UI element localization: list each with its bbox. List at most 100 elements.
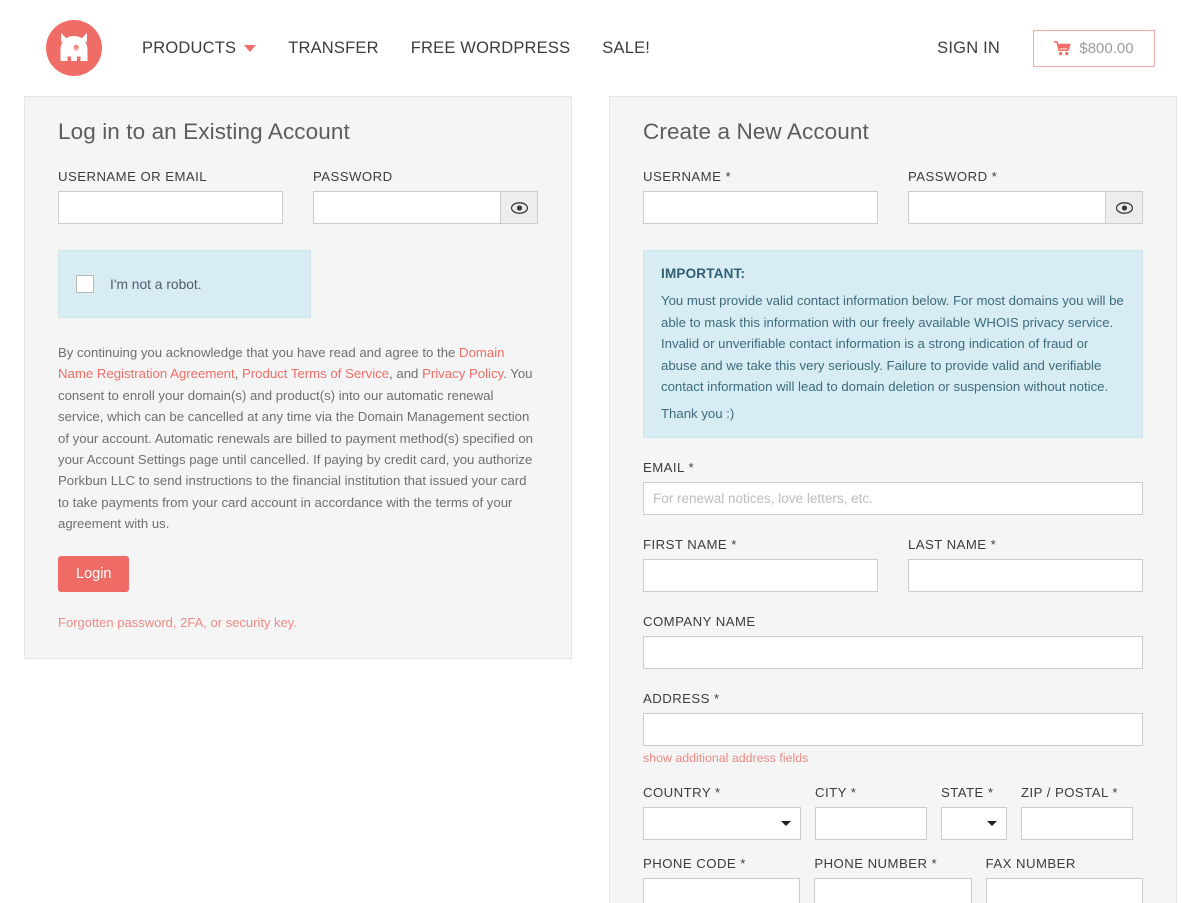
signup-credentials-row: USERNAME * PASSWORD * (643, 169, 1143, 224)
privacy-policy-link[interactable]: Privacy Policy (422, 366, 503, 381)
eye-icon (1115, 201, 1133, 214)
email-group: EMAIL * (643, 460, 1143, 515)
terms-text: By continuing you acknowledge that you h… (58, 342, 538, 534)
signup-panel-title: Create a New Account (643, 119, 869, 144)
product-terms-of-service-link[interactable]: Product Terms of Service (242, 366, 389, 381)
header-actions: SIGN IN $800.00 (937, 29, 1155, 67)
address-group: ADDRESS * show additional address fields (643, 691, 1143, 767)
captcha-checkbox[interactable] (76, 275, 94, 293)
city-label: CITY * (815, 784, 857, 800)
country-label: COUNTRY * (643, 784, 721, 800)
login-password-eye-icon[interactable] (500, 191, 538, 224)
zip-label: ZIP / POSTAL * (1021, 784, 1118, 800)
first-name-group: FIRST NAME * (643, 537, 878, 592)
state-select[interactable] (941, 806, 1007, 840)
login-username-group: USERNAME OR EMAIL (58, 169, 283, 224)
email-input[interactable] (643, 481, 1143, 515)
login-credentials-row: USERNAME OR EMAIL PASSWORD (58, 169, 538, 224)
nav-label-transfer: TRANSFER (288, 38, 379, 57)
forgot-password-link[interactable]: Forgotten password, 2FA, or security key… (58, 615, 538, 630)
login-panel: Log in to an Existing Account USERNAME O… (24, 96, 572, 660)
first-name-label: FIRST NAME * (643, 536, 737, 552)
phone-number-group: PHONE NUMBER * (814, 855, 972, 903)
state-select-wrap (941, 806, 1007, 840)
nav-label-sale: SALE! (602, 38, 651, 57)
important-notice: IMPORTANT: You must provide valid contac… (643, 250, 1143, 438)
pig-logo-icon (46, 20, 102, 76)
nav-item-free-wordpress[interactable]: FREE WORDPRESS (411, 39, 571, 58)
sign-in-link[interactable]: SIGN IN (937, 39, 1000, 58)
captcha-label: I'm not a robot. (110, 276, 202, 292)
login-button[interactable]: Login (58, 556, 130, 593)
zip-input[interactable] (1021, 806, 1133, 840)
country-select-wrap (643, 806, 801, 840)
phone-code-group: PHONE CODE * (643, 855, 801, 903)
login-username-input[interactable] (58, 191, 283, 224)
login-password-label: PASSWORD (313, 169, 393, 184)
login-panel-title: Log in to an Existing Account (58, 119, 350, 144)
phone-number-label: PHONE NUMBER * (814, 855, 938, 871)
phone-code-input[interactable] (643, 877, 801, 903)
nav-item-products[interactable]: PRODUCTS (142, 38, 257, 58)
fax-input[interactable] (985, 877, 1143, 903)
name-row: FIRST NAME * LAST NAME * (643, 537, 1143, 592)
city-group: CITY * (815, 785, 927, 840)
fax-group: FAX NUMBER (985, 856, 1143, 903)
cart-icon (1054, 40, 1072, 55)
notice-thanks: Thank you :) (661, 405, 735, 421)
signup-password-eye-icon[interactable] (1105, 191, 1143, 224)
nav-label-products: PRODUCTS (142, 38, 237, 57)
login-username-label: USERNAME OR EMAIL (58, 169, 208, 184)
signup-username-group: USERNAME * (643, 169, 878, 224)
company-input[interactable] (643, 635, 1143, 669)
company-label: COMPANY NAME (643, 613, 756, 629)
first-name-input[interactable] (643, 558, 878, 592)
panels-container: Log in to an Existing Account USERNAME O… (0, 96, 1201, 903)
address-input[interactable] (643, 712, 1143, 746)
phone-number-input[interactable] (814, 877, 972, 903)
chevron-down-icon (244, 44, 257, 52)
last-name-group: LAST NAME * (908, 537, 1143, 592)
notice-title: IMPORTANT: (661, 266, 746, 281)
page-root: PRODUCTS TRANSFER FREE WORDPRESS SALE! S… (0, 0, 1201, 903)
eye-icon (510, 201, 528, 214)
signup-password-group: PASSWORD * (908, 169, 1143, 224)
state-group: STATE * (941, 785, 1007, 840)
login-password-input[interactable] (313, 191, 500, 224)
city-input[interactable] (815, 806, 927, 840)
company-group: COMPANY NAME (643, 614, 1143, 669)
zip-group: ZIP / POSTAL * (1021, 785, 1133, 840)
state-label: STATE * (941, 784, 994, 800)
signup-panel: Create a New Account USERNAME * PASSWORD… (609, 96, 1177, 903)
signup-username-label: USERNAME * (643, 169, 732, 184)
cart-amount: $800.00 (1079, 39, 1134, 57)
cart-button[interactable]: $800.00 (1033, 29, 1155, 67)
signup-password-input[interactable] (908, 191, 1105, 224)
terms-part-2: , (234, 366, 242, 382)
country-group: COUNTRY * (643, 785, 801, 840)
show-additional-address-fields-link[interactable]: show additional address fields (643, 751, 808, 765)
login-password-group-inner (313, 191, 538, 224)
captcha-widget[interactable]: I'm not a robot. (58, 250, 311, 318)
country-select[interactable] (643, 806, 801, 840)
last-name-label: LAST NAME * (908, 536, 997, 552)
terms-part-1: By continuing you acknowledge that you h… (58, 345, 460, 360)
signup-password-group-inner (908, 191, 1143, 224)
nav-item-sale[interactable]: SALE! (602, 39, 650, 58)
email-label: EMAIL * (643, 459, 695, 475)
nav-item-transfer[interactable]: TRANSFER (288, 39, 379, 58)
main-nav: PRODUCTS TRANSFER FREE WORDPRESS SALE! (142, 39, 650, 58)
address-label: ADDRESS * (643, 690, 720, 706)
terms-part-4: . You consent to enroll your domain(s) a… (58, 366, 534, 531)
phone-code-label: PHONE CODE * (643, 855, 746, 871)
signup-username-input[interactable] (643, 191, 878, 224)
terms-part-3: , and (389, 366, 423, 382)
notice-body: You must provide valid contact informati… (661, 293, 1124, 395)
nav-label-free-wordpress: FREE WORDPRESS (410, 38, 571, 57)
login-password-group: PASSWORD (313, 169, 538, 224)
site-header: PRODUCTS TRANSFER FREE WORDPRESS SALE! S… (0, 0, 1201, 96)
signup-password-label: PASSWORD * (908, 169, 998, 184)
phone-row: PHONE CODE * PHONE NUMBER * FAX NUMBER (643, 856, 1143, 903)
last-name-input[interactable] (908, 558, 1143, 592)
porkbun-pig-logo[interactable] (46, 20, 102, 76)
